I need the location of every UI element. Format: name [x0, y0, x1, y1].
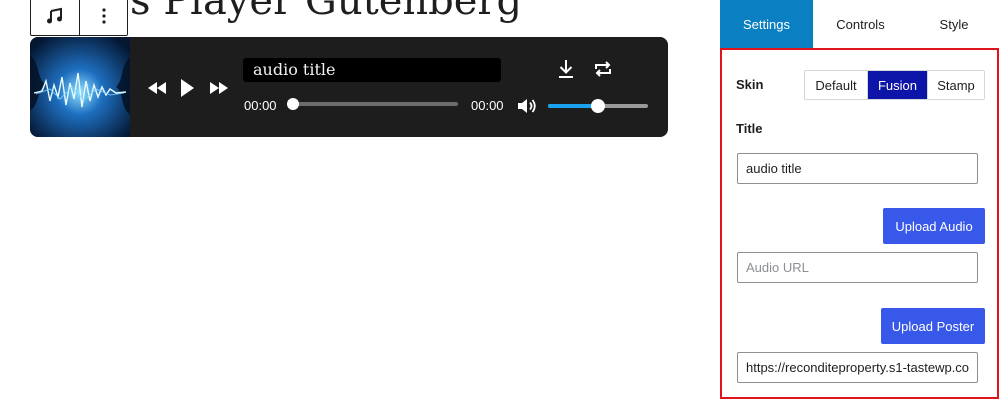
tab-settings[interactable]: Settings: [720, 0, 813, 48]
poster-url-input[interactable]: [737, 352, 978, 383]
upload-audio-button[interactable]: Upload Audio: [883, 208, 985, 244]
seek-bar[interactable]: [287, 98, 458, 110]
audio-player: audio title 00:00 00:00: [30, 37, 668, 137]
music-note-icon: [46, 7, 64, 25]
rewind-icon: [147, 80, 167, 96]
volume-icon: [517, 98, 537, 114]
skin-selector: Default Fusion Stamp: [804, 70, 985, 100]
upload-poster-button[interactable]: Upload Poster: [881, 308, 985, 344]
block-title: s Player Gutenberg: [130, 0, 523, 24]
rewind-button[interactable]: [146, 77, 168, 99]
fast-forward-icon: [209, 80, 229, 96]
skin-stamp-button[interactable]: Stamp: [927, 71, 984, 99]
skin-default-button[interactable]: Default: [805, 71, 867, 99]
audio-url-input[interactable]: [737, 252, 978, 283]
play-button[interactable]: [177, 76, 197, 100]
volume-slider[interactable]: [548, 99, 648, 113]
play-icon: [179, 78, 195, 98]
repeat-icon: [593, 60, 613, 78]
download-button[interactable]: [555, 58, 577, 80]
skin-label: Skin: [736, 77, 764, 92]
current-time: 00:00: [244, 98, 277, 113]
block-toolbar: [30, 0, 128, 36]
title-label: Title: [736, 121, 763, 136]
duration-time: 00:00: [471, 98, 504, 113]
block-options-button[interactable]: [79, 0, 127, 35]
mute-button[interactable]: [516, 95, 538, 117]
poster-image: [30, 37, 130, 137]
volume-handle[interactable]: [591, 99, 605, 113]
fast-forward-button[interactable]: [208, 77, 230, 99]
tab-controls[interactable]: Controls: [813, 0, 908, 48]
block-type-button[interactable]: [31, 0, 79, 35]
title-input[interactable]: [737, 153, 978, 184]
repeat-button[interactable]: [591, 57, 615, 81]
tab-style[interactable]: Style: [908, 0, 1000, 48]
more-vertical-icon: [101, 7, 107, 25]
settings-panel: Skin Default Fusion Stamp Title Upload A…: [720, 48, 999, 399]
skin-fusion-button[interactable]: Fusion: [867, 71, 927, 99]
audio-title-display: audio title: [243, 58, 501, 82]
seek-handle[interactable]: [287, 98, 299, 110]
download-icon: [557, 59, 575, 79]
inspector-tabs: Settings Controls Style: [720, 0, 1000, 48]
